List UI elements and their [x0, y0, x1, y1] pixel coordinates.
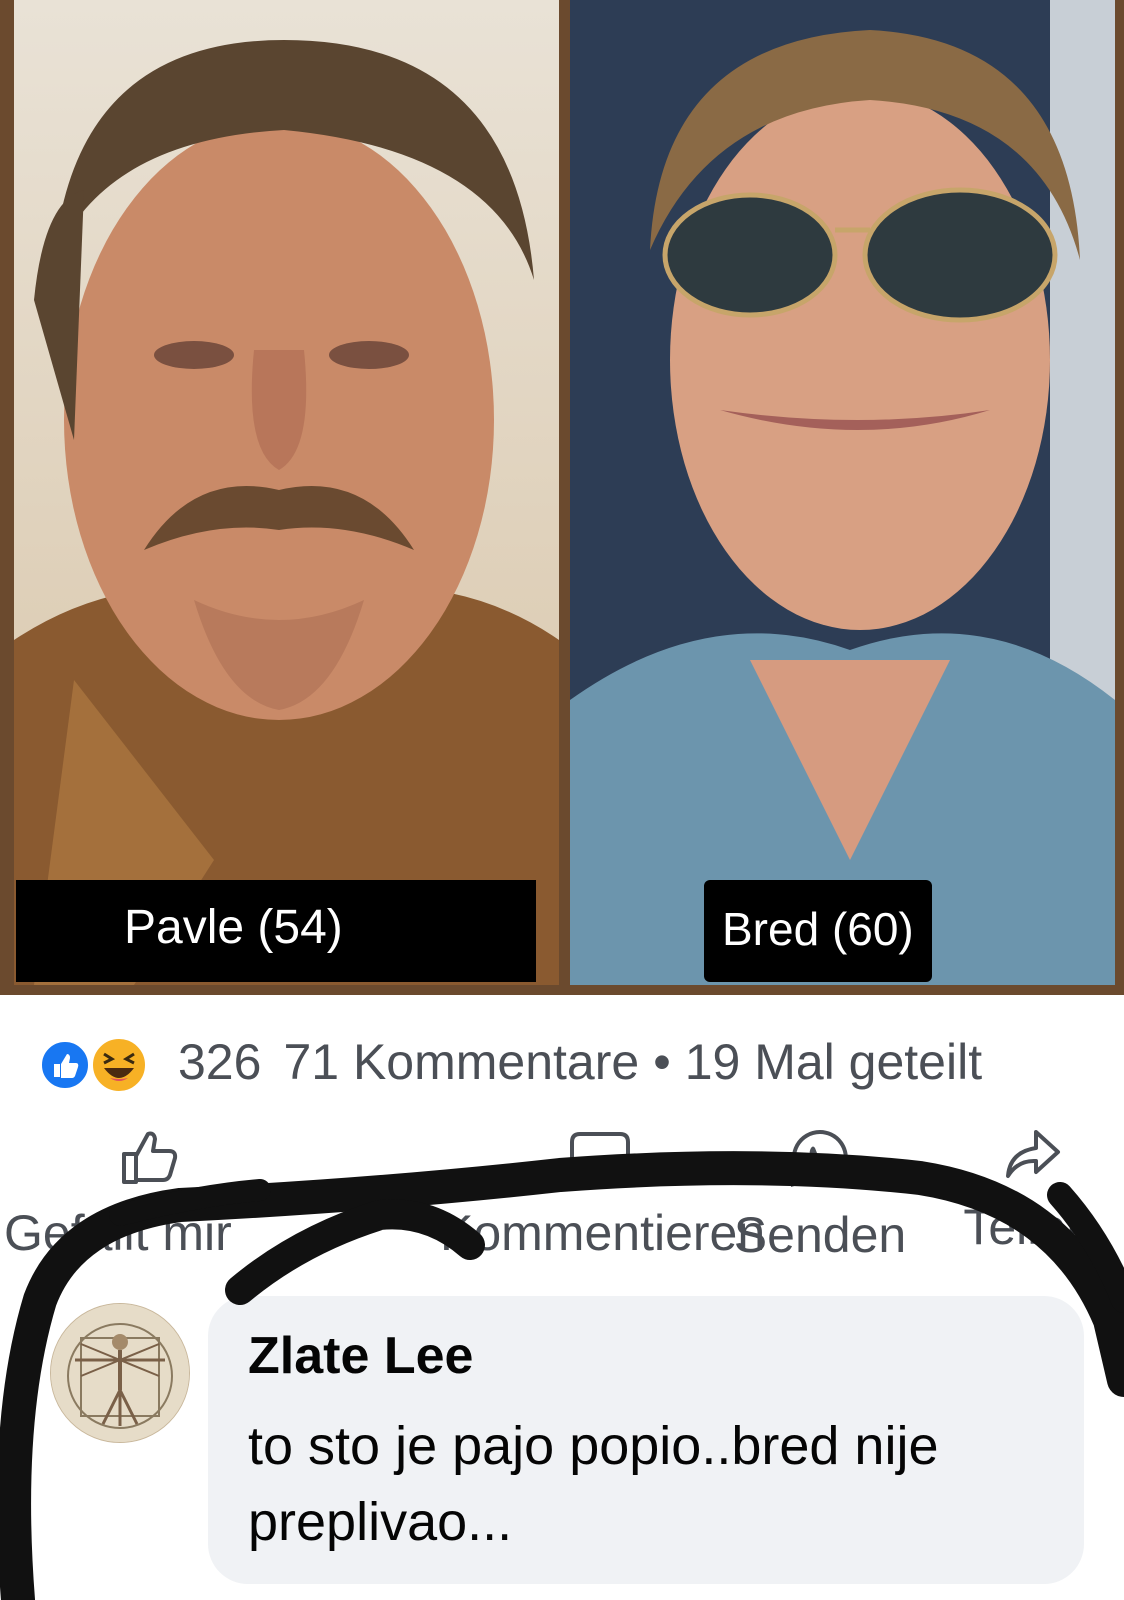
comment-bubble: Zlate Lee to sto je pajo popio..bred nij…	[208, 1296, 1084, 1584]
commenter-avatar[interactable]	[50, 1303, 190, 1443]
like-label: Gefällt mir	[4, 1205, 232, 1261]
post-image[interactable]: Pavle (54) Bred (60)	[0, 0, 1124, 995]
reactions-summary[interactable]: 326 71 Kommentare • 19 Mal geteilt	[40, 1032, 982, 1093]
vitruvian-man-avatar-image	[51, 1304, 189, 1442]
haha-reaction-icon	[91, 1037, 147, 1093]
like-reaction-icon	[40, 1040, 90, 1090]
send-label: Senden	[733, 1207, 907, 1263]
photo-pavle-illustration	[14, 0, 559, 985]
comments-count[interactable]: 71 Kommentare	[283, 1033, 639, 1091]
send-button[interactable]: Senden	[700, 1128, 940, 1264]
comment-author[interactable]: Zlate Lee	[248, 1326, 473, 1386]
comment-text: to sto je pajo popio..bred nije prepliva…	[248, 1416, 939, 1552]
like-button[interactable]: Gefällt mir	[0, 1128, 300, 1262]
thumbs-up-icon	[122, 1131, 178, 1184]
photo-bred-illustration	[570, 0, 1115, 985]
stats-separator: •	[653, 1034, 671, 1090]
caption-bred: Bred (60)	[704, 880, 932, 982]
reaction-icons[interactable]	[40, 1032, 160, 1093]
photo-bred	[570, 0, 1115, 985]
share-button[interactable]: Teilen	[930, 1128, 1124, 1256]
share-arrow-icon	[1006, 1130, 1060, 1178]
photo-pavle	[14, 0, 559, 985]
caption-pavle: Pavle (54)	[16, 880, 536, 982]
post-action-bar: Gefällt mir Kommentieren Senden Teilen	[0, 1128, 1124, 1268]
share-label: Teilen	[963, 1199, 1094, 1255]
reaction-count[interactable]: 326	[178, 1033, 261, 1091]
whatsapp-icon	[790, 1129, 848, 1188]
shares-count[interactable]: 19 Mal geteilt	[685, 1033, 982, 1091]
comment-icon	[570, 1132, 630, 1182]
